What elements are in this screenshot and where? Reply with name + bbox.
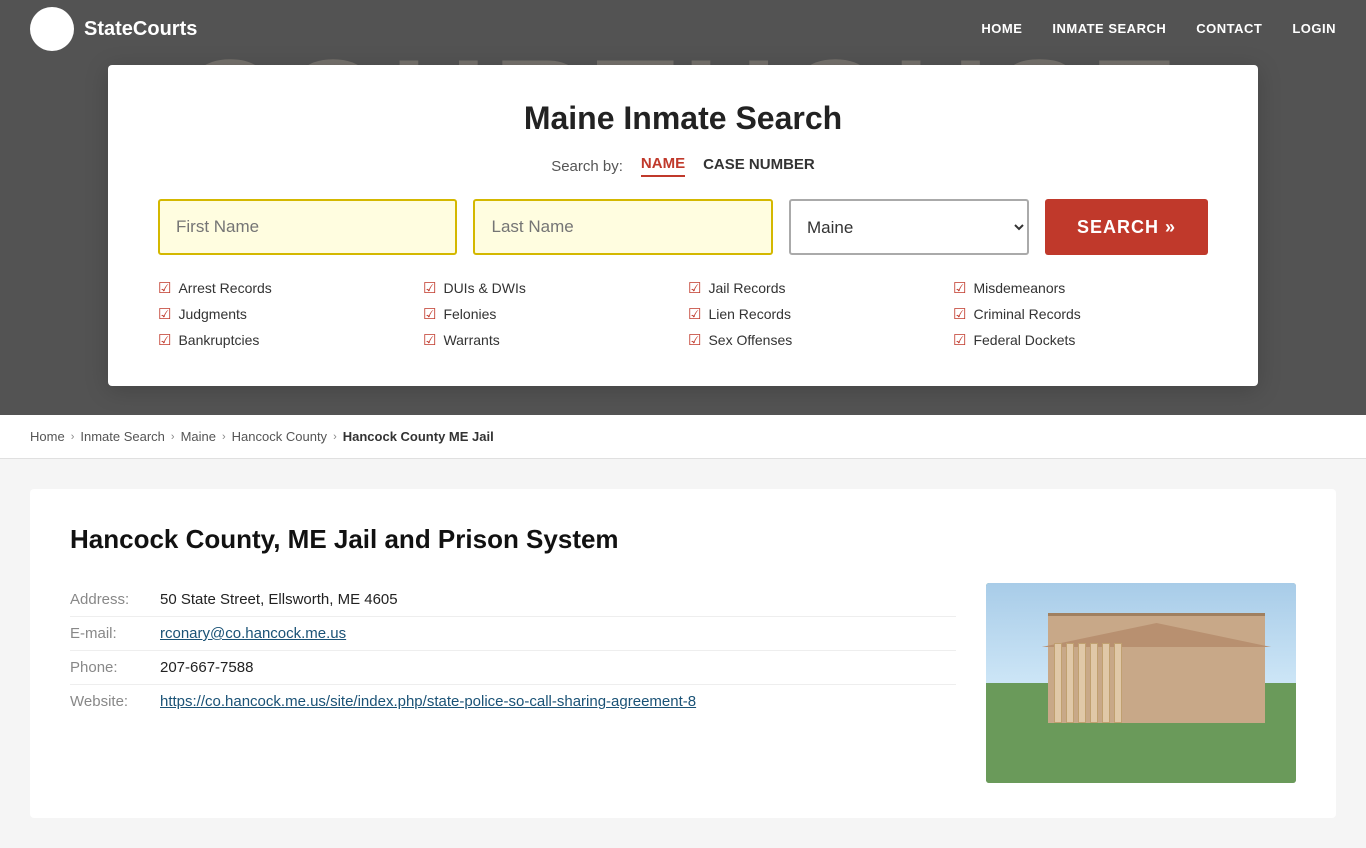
jail-column bbox=[1102, 643, 1110, 723]
feature-item: ☑ Warrants bbox=[423, 329, 678, 351]
feature-label: Misdemeanors bbox=[973, 280, 1065, 296]
feature-label: Judgments bbox=[178, 306, 246, 322]
search-by-label: Search by: bbox=[551, 158, 623, 175]
check-icon: ☑ bbox=[688, 331, 701, 349]
feature-item: ☑ Federal Dockets bbox=[953, 329, 1208, 351]
check-icon: ☑ bbox=[423, 305, 436, 323]
info-label: E-mail: bbox=[70, 617, 160, 651]
breadcrumb-current: Hancock County ME Jail bbox=[343, 429, 494, 444]
nav-login[interactable]: LOGIN bbox=[1292, 21, 1336, 36]
breadcrumb-separator: › bbox=[222, 431, 226, 443]
modal-title: Maine Inmate Search bbox=[158, 100, 1208, 137]
site-logo[interactable]: 🏛 StateCourts bbox=[30, 7, 197, 51]
jail-columns bbox=[1054, 643, 1259, 723]
feature-label: Warrants bbox=[443, 332, 499, 348]
feature-label: Bankruptcies bbox=[178, 332, 259, 348]
check-icon: ☑ bbox=[423, 279, 436, 297]
jail-column bbox=[1054, 643, 1062, 723]
info-row: Website:https://co.hancock.me.us/site/in… bbox=[70, 685, 956, 719]
feature-item: ☑ DUIs & DWIs bbox=[423, 277, 678, 299]
info-row: Phone:207-667-7588 bbox=[70, 651, 956, 685]
feature-item: ☑ Misdemeanors bbox=[953, 277, 1208, 299]
logo-icon: 🏛 bbox=[30, 7, 74, 51]
nav-home[interactable]: HOME bbox=[981, 21, 1022, 36]
info-value: 207-667-7588 bbox=[160, 651, 956, 685]
check-icon: ☑ bbox=[158, 331, 171, 349]
feature-label: Felonies bbox=[443, 306, 496, 322]
search-modal: Maine Inmate Search Search by: NAME CASE… bbox=[108, 65, 1258, 386]
navbar: 🏛 StateCourts HOME INMATE SEARCH CONTACT… bbox=[0, 0, 1366, 58]
feature-item: ☑ Judgments bbox=[158, 303, 413, 325]
feature-item: ☑ Felonies bbox=[423, 303, 678, 325]
breadcrumb-separator: › bbox=[333, 431, 337, 443]
search-by-row: Search by: NAME CASE NUMBER bbox=[158, 155, 1208, 177]
state-select[interactable]: Maine Alabama Alaska Arizona Arkansas Ca… bbox=[789, 199, 1029, 255]
breadcrumb-link[interactable]: Home bbox=[30, 429, 65, 444]
feature-label: Federal Dockets bbox=[973, 332, 1075, 348]
feature-label: Criminal Records bbox=[973, 306, 1080, 322]
jail-column bbox=[1090, 643, 1098, 723]
jail-column bbox=[1078, 643, 1086, 723]
breadcrumb-link[interactable]: Hancock County bbox=[232, 429, 327, 444]
check-icon: ☑ bbox=[953, 305, 966, 323]
info-row: Address:50 State Street, Ellsworth, ME 4… bbox=[70, 583, 956, 617]
features-grid: ☑ Arrest Records ☑ DUIs & DWIs ☑ Jail Records… bbox=[158, 277, 1208, 351]
feature-item: ☑ Bankruptcies bbox=[158, 329, 413, 351]
breadcrumb-separator: › bbox=[71, 431, 75, 443]
check-icon: ☑ bbox=[953, 279, 966, 297]
nav-contact[interactable]: CONTACT bbox=[1196, 21, 1262, 36]
info-value: 50 State Street, Ellsworth, ME 4605 bbox=[160, 583, 956, 617]
search-inputs-row: Maine Alabama Alaska Arizona Arkansas Ca… bbox=[158, 199, 1208, 255]
check-icon: ☑ bbox=[953, 331, 966, 349]
feature-label: Lien Records bbox=[708, 306, 791, 322]
info-row: E-mail:rconary@co.hancock.me.us bbox=[70, 617, 956, 651]
breadcrumb: Home › Inmate Search › Maine › Hancock County ›… bbox=[0, 415, 1366, 459]
tab-name[interactable]: NAME bbox=[641, 155, 685, 177]
info-label: Phone: bbox=[70, 651, 160, 685]
check-icon: ☑ bbox=[423, 331, 436, 349]
feature-label: Jail Records bbox=[708, 280, 785, 296]
content-title: Hancock County, ME Jail and Prison Syste… bbox=[70, 524, 1296, 555]
content-right bbox=[986, 583, 1296, 783]
info-table: Address:50 State Street, Ellsworth, ME 4… bbox=[70, 583, 956, 718]
nav-links: HOME INMATE SEARCH CONTACT LOGIN bbox=[981, 20, 1336, 38]
content-card: Hancock County, ME Jail and Prison Syste… bbox=[30, 489, 1336, 818]
feature-label: DUIs & DWIs bbox=[443, 280, 525, 296]
check-icon: ☑ bbox=[158, 305, 171, 323]
breadcrumb-link[interactable]: Maine bbox=[181, 429, 216, 444]
info-value: rconary@co.hancock.me.us bbox=[160, 617, 956, 651]
info-value: https://co.hancock.me.us/site/index.php/… bbox=[160, 685, 956, 719]
jail-image bbox=[986, 583, 1296, 783]
first-name-input[interactable] bbox=[158, 199, 457, 255]
hero-section: COURTHOUSE 🏛 StateCourts HOME INMATE SEA… bbox=[0, 0, 1366, 415]
breadcrumb-separator: › bbox=[171, 431, 175, 443]
feature-item: ☑ Jail Records bbox=[688, 277, 943, 299]
feature-item: ☑ Arrest Records bbox=[158, 277, 413, 299]
content-left: Address:50 State Street, Ellsworth, ME 4… bbox=[70, 583, 956, 783]
content-inner: Address:50 State Street, Ellsworth, ME 4… bbox=[70, 583, 1296, 783]
jail-column bbox=[1066, 643, 1074, 723]
info-label: Address: bbox=[70, 583, 160, 617]
search-button[interactable]: SEARCH » bbox=[1045, 199, 1208, 255]
info-label: Website: bbox=[70, 685, 160, 719]
feature-label: Sex Offenses bbox=[708, 332, 792, 348]
tab-case-number[interactable]: CASE NUMBER bbox=[703, 156, 815, 176]
content-area: Hancock County, ME Jail and Prison Syste… bbox=[0, 459, 1366, 848]
jail-column bbox=[1114, 643, 1122, 723]
last-name-input[interactable] bbox=[473, 199, 772, 255]
feature-item: ☑ Criminal Records bbox=[953, 303, 1208, 325]
check-icon: ☑ bbox=[688, 305, 701, 323]
feature-label: Arrest Records bbox=[178, 280, 271, 296]
info-link[interactable]: https://co.hancock.me.us/site/index.php/… bbox=[160, 693, 696, 710]
nav-inmate-search[interactable]: INMATE SEARCH bbox=[1052, 21, 1166, 36]
breadcrumb-link[interactable]: Inmate Search bbox=[80, 429, 165, 444]
check-icon: ☑ bbox=[158, 279, 171, 297]
logo-text: StateCourts bbox=[84, 18, 197, 41]
check-icon: ☑ bbox=[688, 279, 701, 297]
feature-item: ☑ Sex Offenses bbox=[688, 329, 943, 351]
info-link[interactable]: rconary@co.hancock.me.us bbox=[160, 625, 346, 642]
feature-item: ☑ Lien Records bbox=[688, 303, 943, 325]
